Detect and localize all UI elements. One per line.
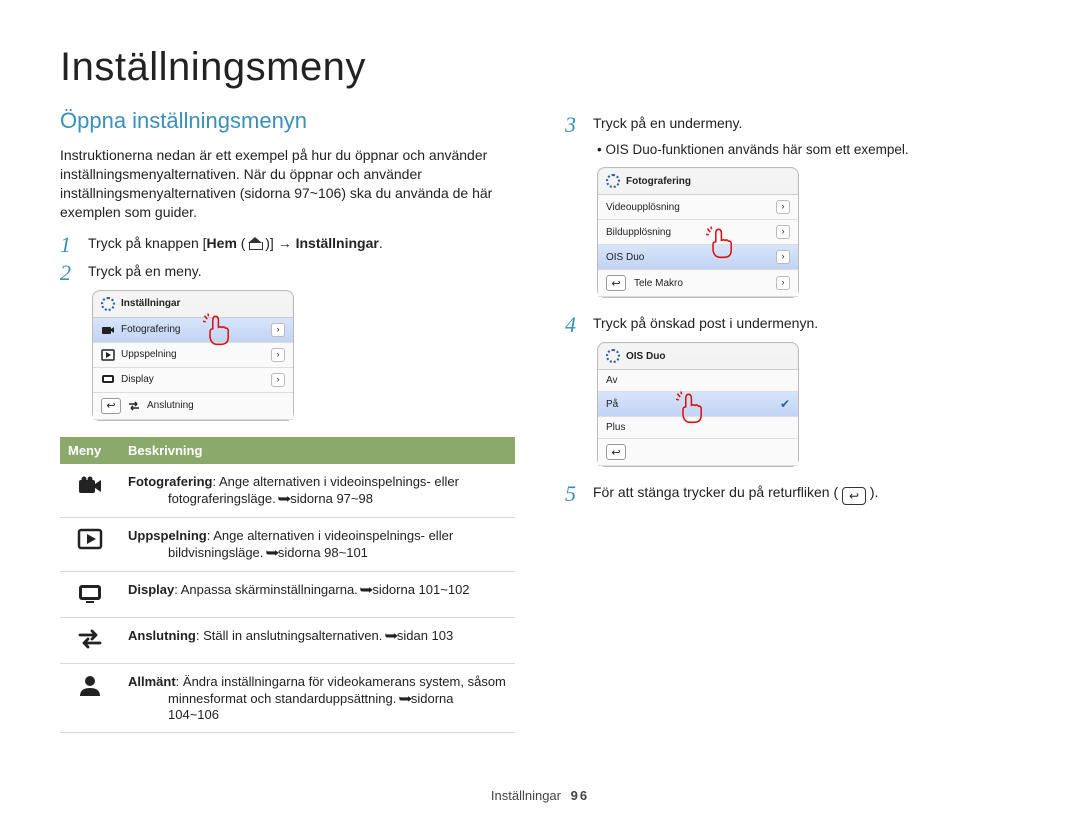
step-3-bullet: OIS Duo-funktionen används här som ett e… bbox=[597, 142, 1020, 157]
table-cell-desc: Fotografering: Ange alternativen i video… bbox=[120, 464, 515, 518]
step-1-number: 1 bbox=[60, 234, 78, 256]
gear-icon bbox=[606, 174, 620, 188]
step-3-text: Tryck på en undermeny. bbox=[593, 114, 742, 136]
step-4-number: 4 bbox=[565, 314, 583, 336]
table-cell-desc: Allmänt: Ändra inställningarna för video… bbox=[120, 663, 515, 732]
gear-icon bbox=[101, 297, 115, 311]
panel-row: Fotografering› bbox=[93, 318, 293, 343]
panel-1-title: Inställningar bbox=[121, 298, 180, 309]
table-row: Fotografering: Ange alternativen i video… bbox=[60, 464, 515, 518]
back-icon: ↩ bbox=[101, 398, 121, 414]
settings-panel-3: OIS Duo Av På✔ Plus ↩ bbox=[597, 342, 799, 467]
settings-panel-2: Fotografering Videoupplösning› Bildupplö… bbox=[597, 167, 799, 298]
panel-row: Bildupplösning› bbox=[598, 220, 798, 245]
panel-row: Av bbox=[598, 370, 798, 392]
table-row: Anslutning: Ställ in anslutningsalternat… bbox=[60, 617, 515, 663]
back-icon: ↩ bbox=[606, 275, 626, 291]
display-icon bbox=[101, 374, 115, 386]
user-icon bbox=[77, 674, 103, 696]
panel-row: ↩Tele Makro› bbox=[598, 270, 798, 297]
play-icon bbox=[77, 528, 103, 550]
table-row: Allmänt: Ändra inställningarna för video… bbox=[60, 663, 515, 732]
settings-panel-1: Inställningar Fotografering› Uppspelning… bbox=[92, 290, 294, 421]
panel-2-title: Fotografering bbox=[626, 176, 691, 187]
panel-3-title: OIS Duo bbox=[626, 351, 665, 362]
step-2-number: 2 bbox=[60, 262, 78, 284]
play-icon bbox=[101, 349, 115, 361]
camera-icon bbox=[101, 324, 115, 336]
home-icon bbox=[249, 238, 261, 249]
chevron-right-icon: › bbox=[776, 200, 790, 214]
tap-hand-icon bbox=[203, 313, 231, 349]
table-header-menu: Meny bbox=[60, 437, 120, 464]
step-2-text: Tryck på en meny. bbox=[88, 262, 202, 284]
back-icon: ↩ bbox=[606, 444, 626, 460]
panel-row: Videoupplösning› bbox=[598, 195, 798, 220]
camera-icon bbox=[77, 474, 103, 496]
page-title: Inställningsmeny bbox=[60, 45, 1020, 90]
table-row: Uppspelning: Ange alternativen i videoin… bbox=[60, 517, 515, 571]
tap-hand-icon bbox=[706, 226, 734, 262]
page-number: 96 bbox=[571, 788, 589, 803]
display-icon bbox=[77, 582, 103, 604]
step-3-number: 3 bbox=[565, 114, 583, 136]
page-footer: Inställningar 96 bbox=[0, 788, 1080, 803]
gear-icon bbox=[606, 349, 620, 363]
chevron-right-icon: › bbox=[776, 276, 790, 290]
check-icon: ✔ bbox=[780, 397, 790, 411]
tap-hand-icon bbox=[676, 391, 704, 427]
panel-row: ↩Anslutning bbox=[93, 393, 293, 420]
step-5-text: För att stänga trycker du på returfliken… bbox=[593, 483, 878, 505]
menu-description-table: Meny Beskrivning Fotografering: Ange alt… bbox=[60, 437, 515, 733]
chevron-right-icon: › bbox=[271, 373, 285, 387]
table-cell-desc: Display: Anpassa skärminställningarna. ➥… bbox=[120, 571, 515, 617]
step-1-text: Tryck på knappen [Hem ( )] → Inställning… bbox=[88, 234, 383, 256]
table-cell-desc: Uppspelning: Ange alternativen i videoin… bbox=[120, 517, 515, 571]
swap-icon bbox=[127, 400, 141, 412]
chevron-right-icon: › bbox=[271, 323, 285, 337]
panel-row: Display› bbox=[93, 368, 293, 393]
chevron-right-icon: › bbox=[271, 348, 285, 362]
chevron-right-icon: › bbox=[776, 250, 790, 264]
chevron-right-icon: › bbox=[776, 225, 790, 239]
return-icon: ↩ bbox=[842, 487, 866, 505]
panel-row: ↩ bbox=[598, 439, 798, 466]
panel-row: Uppspelning› bbox=[93, 343, 293, 368]
panel-row: OIS Duo› bbox=[598, 245, 798, 270]
table-header-desc: Beskrivning bbox=[120, 437, 515, 464]
section-title: Öppna inställningsmenyn bbox=[60, 108, 515, 134]
swap-icon bbox=[77, 628, 103, 650]
table-row: Display: Anpassa skärminställningarna. ➥… bbox=[60, 571, 515, 617]
step-5-number: 5 bbox=[565, 483, 583, 505]
step-4-text: Tryck på önskad post i undermenyn. bbox=[593, 314, 818, 336]
table-cell-desc: Anslutning: Ställ in anslutningsalternat… bbox=[120, 617, 515, 663]
intro-text: Instruktionerna nedan är ett exempel på … bbox=[60, 146, 515, 222]
